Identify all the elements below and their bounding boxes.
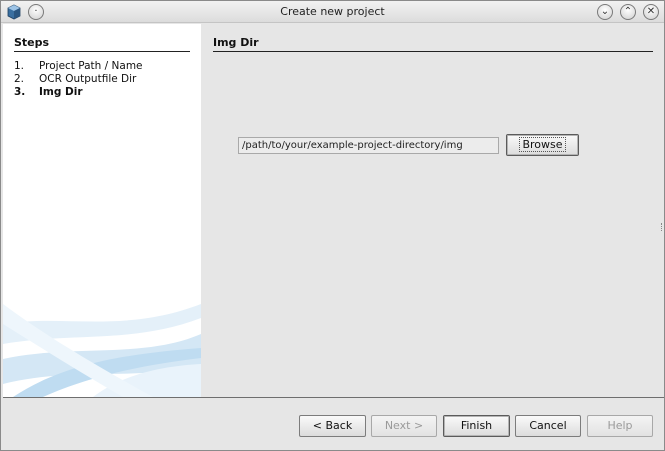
img-dir-path-field[interactable] bbox=[238, 137, 499, 154]
cancel-button[interactable]: Cancel bbox=[515, 415, 581, 437]
decorative-swoosh-graphic bbox=[3, 304, 201, 397]
maximize-icon[interactable]: ⌃ bbox=[620, 4, 636, 20]
step-number: 1. bbox=[14, 60, 25, 72]
step-number: 3. bbox=[14, 86, 26, 98]
help-button[interactable]: Help bbox=[587, 415, 653, 437]
browse-button-label: Browse bbox=[519, 137, 566, 152]
splitter-grip[interactable] bbox=[661, 223, 663, 231]
close-icon[interactable]: ✕ bbox=[643, 4, 659, 20]
create-project-dialog: · Create new project ⌄ ⌃ ✕ Steps 1. Proje… bbox=[0, 0, 665, 451]
step-item-ocr-output: 2. OCR Outputfile Dir bbox=[14, 73, 194, 86]
back-button[interactable]: < Back bbox=[299, 415, 366, 437]
title-bar[interactable]: · Create new project ⌄ ⌃ ✕ bbox=[1, 1, 664, 23]
step-list: 1. Project Path / Name 2. OCR Outputfile D… bbox=[14, 60, 194, 99]
finish-button[interactable]: Finish bbox=[443, 415, 510, 437]
step-item-img-dir: 3. Img Dir bbox=[14, 86, 194, 99]
step-label: Project Path / Name bbox=[39, 60, 143, 72]
footer-separator bbox=[3, 397, 664, 398]
steps-panel: Steps 1. Project Path / Name 2. OCR Output… bbox=[3, 24, 201, 397]
browse-button[interactable]: Browse bbox=[506, 134, 579, 156]
step-label: Img Dir bbox=[39, 86, 83, 98]
content-heading: Img Dir bbox=[213, 36, 653, 52]
next-button[interactable]: Next > bbox=[371, 415, 437, 437]
minimize-icon[interactable]: ⌄ bbox=[597, 4, 613, 20]
steps-heading: Steps bbox=[14, 36, 190, 52]
step-number: 2. bbox=[14, 73, 25, 85]
step-label: OCR Outputfile Dir bbox=[39, 73, 137, 85]
step-item-project-path: 1. Project Path / Name bbox=[14, 60, 194, 73]
window-title: Create new project bbox=[280, 5, 385, 18]
